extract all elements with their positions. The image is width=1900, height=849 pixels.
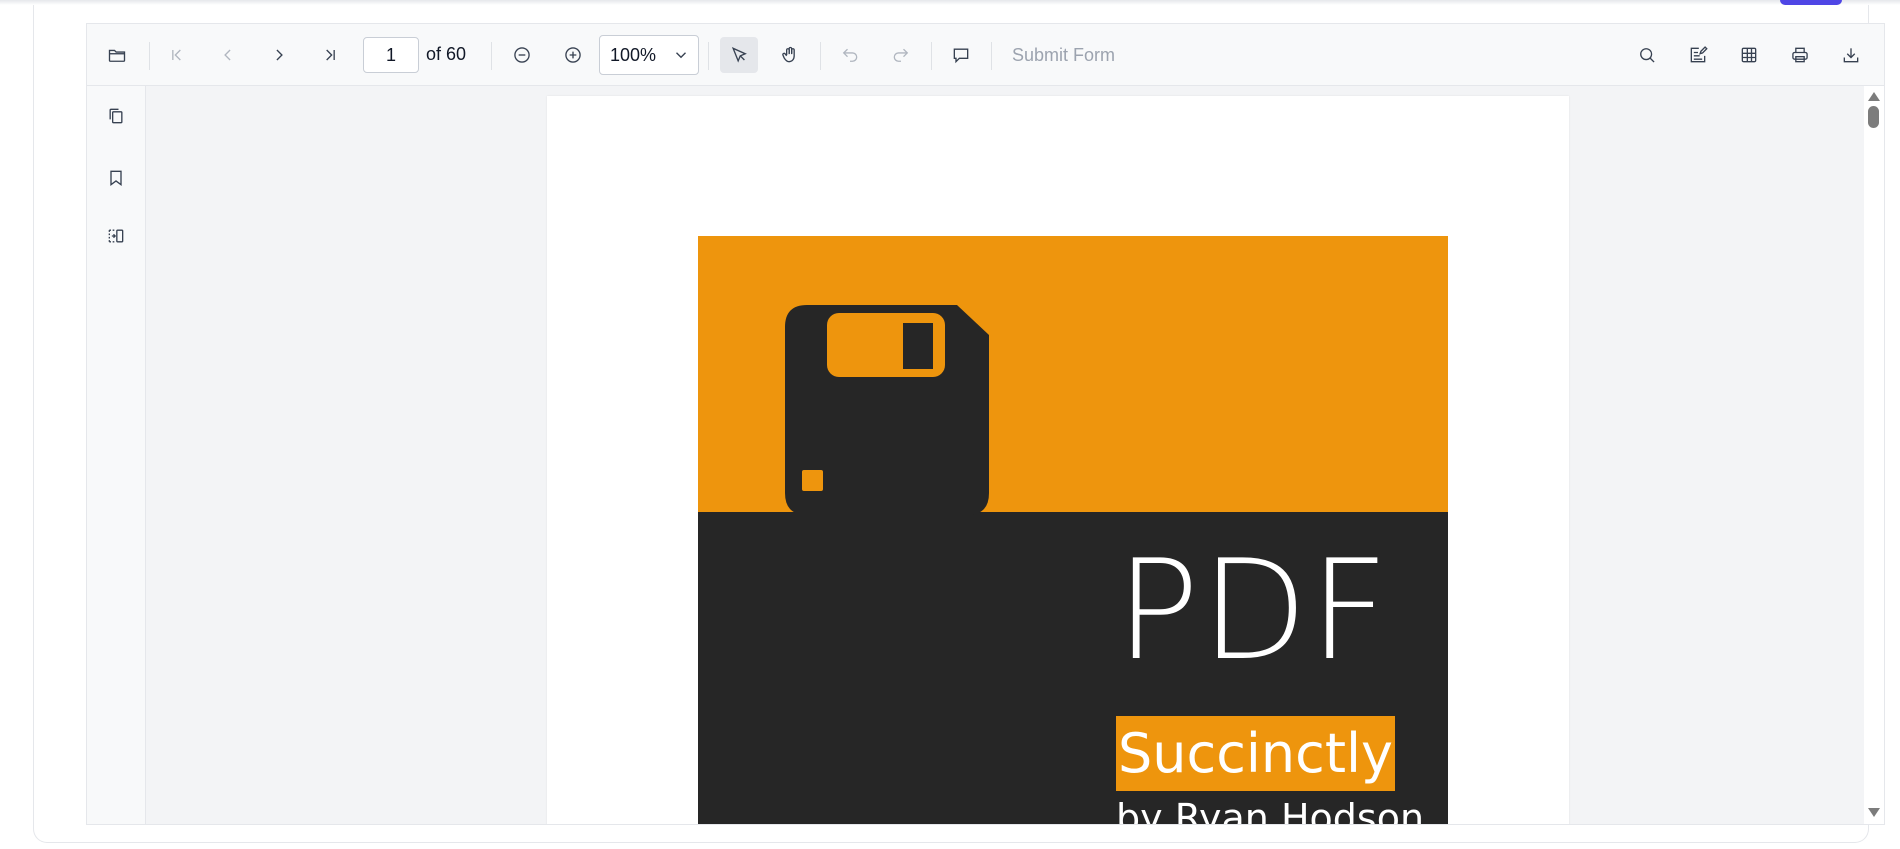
pdf-viewer: of 60 100% [86, 23, 1885, 825]
submit-form-button[interactable]: Submit Form [1012, 45, 1115, 66]
toolbar-separator [149, 42, 150, 70]
page-count-label: of 60 [426, 44, 467, 64]
scroll-up-arrow[interactable] [1868, 92, 1880, 101]
zoom-out-button[interactable] [503, 37, 541, 73]
zoom-out-icon [514, 47, 530, 63]
folder-icon [108, 49, 126, 62]
book-cover: PDF Succinctly by Ryan Hodson [698, 236, 1448, 824]
document-canvas[interactable]: PDF Succinctly by Ryan Hodson [146, 86, 1864, 824]
next-page-button[interactable] [260, 37, 298, 73]
form-grid-icon [1741, 47, 1757, 63]
annotation-button[interactable] [1679, 37, 1717, 73]
zoom-select[interactable]: 100% [599, 35, 699, 75]
chevron-left-icon [224, 49, 231, 61]
form-designer-button[interactable] [1730, 37, 1768, 73]
add-comment-button[interactable] [942, 37, 980, 73]
toolbar-separator [931, 42, 932, 70]
page-thumbnails-button[interactable] [97, 98, 135, 134]
cover-title: PDF [1116, 530, 1391, 691]
search-icon [1640, 48, 1655, 63]
first-page-icon [172, 49, 181, 61]
printer-icon [1792, 47, 1808, 63]
floppy-disk-icon [785, 305, 989, 515]
toolbar-separator [820, 42, 821, 70]
zoom-value: 100% [610, 44, 657, 65]
page-thumbnails-icon [109, 108, 123, 124]
open-file-button[interactable] [98, 37, 136, 73]
vertical-scrollbar[interactable] [1864, 86, 1884, 824]
viewer-card: of 60 100% [33, 5, 1885, 843]
first-page-button[interactable] [158, 37, 196, 73]
annotation-icon [1690, 46, 1708, 63]
chevron-down-icon [676, 52, 686, 59]
scroll-down-arrow[interactable] [1868, 808, 1880, 817]
chevron-right-icon [276, 49, 283, 61]
search-button[interactable] [1628, 37, 1666, 73]
undo-button[interactable] [831, 37, 869, 73]
toolbar-separator [491, 42, 492, 70]
text-select-button[interactable] [720, 37, 758, 73]
bookmark-icon [110, 170, 122, 186]
organize-pages-button[interactable] [97, 218, 135, 254]
zoom-in-button[interactable] [554, 37, 592, 73]
last-page-icon [326, 49, 335, 61]
download-button[interactable] [1832, 37, 1870, 73]
hand-icon [782, 46, 795, 63]
download-icon [1843, 48, 1859, 63]
organize-pages-icon [108, 229, 124, 243]
zoom-in-icon [565, 47, 581, 63]
cover-series-badge: Succinctly [1116, 716, 1395, 791]
print-button[interactable] [1781, 37, 1819, 73]
previous-page-button[interactable] [209, 37, 247, 73]
pan-mode-button[interactable] [771, 37, 809, 73]
undo-icon [842, 48, 858, 62]
bookmarks-button[interactable] [97, 160, 135, 196]
scroll-thumb[interactable] [1868, 106, 1879, 128]
cover-author: by Ryan Hodson [1116, 796, 1425, 824]
toolbar-separator [991, 42, 992, 70]
last-page-button[interactable] [311, 37, 349, 73]
navigation-sidebar [87, 86, 146, 824]
toolbar-separator [708, 42, 709, 70]
pdf-page-1: PDF Succinctly by Ryan Hodson [547, 96, 1569, 824]
comment-icon [953, 48, 969, 64]
redo-button[interactable] [882, 37, 920, 73]
toolbar: of 60 100% [87, 24, 1884, 86]
cursor-arrow-icon [731, 47, 747, 63]
page-number-input[interactable] [363, 37, 419, 73]
redo-icon [893, 48, 909, 62]
